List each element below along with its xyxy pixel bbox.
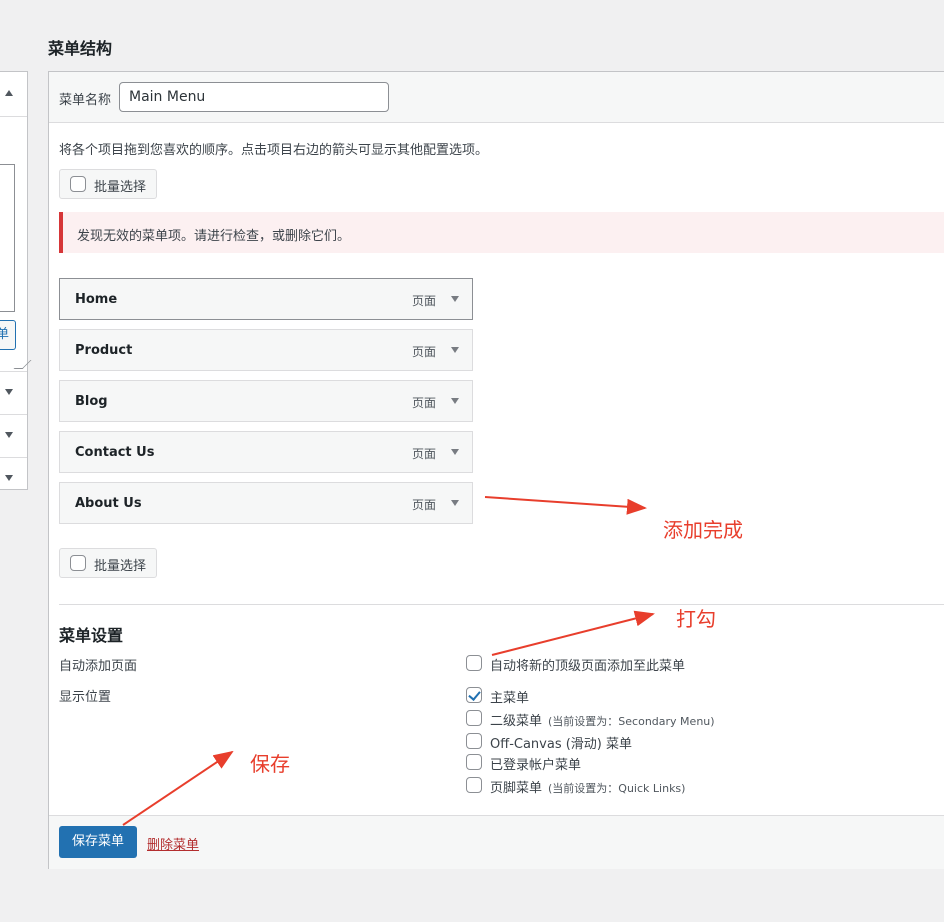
bulk-select-label: 批量选择: [94, 559, 147, 574]
location-checkbox[interactable]: [466, 687, 482, 703]
annotation-check: 打勾: [676, 607, 716, 631]
menu-item[interactable]: Contact Us 页面: [59, 431, 473, 473]
resize-handle-icon[interactable]: [13, 360, 32, 369]
menu-item-title: About Us: [75, 496, 142, 511]
bulk-select-button[interactable]: 批量选择: [59, 548, 157, 578]
menu-item-title: Product: [75, 343, 133, 358]
location-option-note: (当前设置为：Quick Links): [548, 782, 686, 795]
expand-arrow-icon[interactable]: [451, 296, 459, 302]
location-checkbox[interactable]: [466, 733, 482, 749]
accordion-row[interactable]: [0, 371, 27, 414]
expand-arrow-icon[interactable]: [5, 389, 13, 395]
expand-arrow-icon[interactable]: [451, 398, 459, 404]
error-notice: 发现无效的菜单项。请进行检查，或删除它们。: [59, 212, 944, 253]
delete-menu-link[interactable]: 删除菜单: [147, 834, 199, 853]
add-to-menu-button[interactable]: 单: [0, 320, 16, 350]
panel-header[interactable]: [0, 72, 27, 117]
settings-title: 菜单设置: [59, 626, 124, 645]
bulk-select-label: 批量选择: [94, 180, 147, 195]
location-checkbox[interactable]: [466, 754, 482, 770]
items-list-box[interactable]: [0, 164, 15, 312]
expand-arrow-icon[interactable]: [451, 449, 459, 455]
annotation-save: 保存: [250, 752, 290, 776]
collapse-arrow-icon[interactable]: [5, 90, 13, 96]
auto-add-checkbox[interactable]: [466, 655, 482, 671]
auto-add-label: 自动添加页面: [59, 659, 138, 674]
location-option-label: Off-Canvas (滑动) 菜单: [490, 737, 633, 752]
menu-item-type: 页面: [412, 294, 437, 308]
expand-arrow-icon[interactable]: [451, 500, 459, 506]
menu-item-type: 页面: [412, 447, 437, 461]
expand-arrow-icon[interactable]: [5, 432, 13, 438]
location-option-label: 已登录帐户菜单: [490, 758, 582, 773]
menu-item-title: Home: [75, 292, 118, 307]
bulk-select-checkbox[interactable]: [70, 176, 86, 192]
location-checkbox[interactable]: [466, 777, 482, 793]
menu-name-input[interactable]: Main Menu: [119, 82, 389, 112]
bulk-select-button[interactable]: 批量选择: [59, 169, 157, 199]
menu-item-title: Blog: [75, 394, 108, 409]
accordion-row[interactable]: [0, 414, 27, 457]
menu-item[interactable]: Product 页面: [59, 329, 473, 371]
bulk-select-checkbox[interactable]: [70, 555, 86, 571]
menu-item-title: Contact Us: [75, 445, 155, 460]
save-menu-button[interactable]: 保存菜单: [59, 826, 137, 858]
accordion-row[interactable]: [0, 457, 27, 500]
menu-item[interactable]: Home 页面: [59, 278, 473, 320]
page-title: 菜单结构: [48, 39, 113, 58]
expand-arrow-icon[interactable]: [5, 475, 13, 481]
expand-arrow-icon[interactable]: [451, 347, 459, 353]
menu-item[interactable]: About Us 页面: [59, 482, 473, 524]
location-option-note: (当前设置为：Secondary Menu): [548, 715, 715, 728]
auto-add-option-label: 自动将新的顶级页面添加至此菜单: [490, 659, 686, 674]
menu-item-type: 页面: [412, 396, 437, 410]
location-option-label: 页脚菜单 (当前设置为：Quick Links): [490, 781, 686, 796]
display-location-label: 显示位置: [59, 690, 112, 705]
menu-item-type: 页面: [412, 345, 437, 359]
annotation-done: 添加完成: [663, 518, 743, 542]
left-side-panel: 单: [0, 71, 32, 490]
menu-item-type: 页面: [412, 498, 437, 512]
menu-item[interactable]: Blog 页面: [59, 380, 473, 422]
location-option-label: 二级菜单 (当前设置为：Secondary Menu): [490, 714, 715, 729]
location-checkbox[interactable]: [466, 710, 482, 726]
location-option-label: 主菜单: [490, 691, 530, 706]
divider: [59, 604, 944, 605]
notice-text: 发现无效的菜单项。请进行检查，或删除它们。: [77, 229, 351, 244]
menu-name-label: 菜单名称: [59, 93, 112, 108]
instructions-text: 将各个项目拖到您喜欢的顺序。点击项目右边的箭头可显示其他配置选项。: [59, 143, 489, 158]
